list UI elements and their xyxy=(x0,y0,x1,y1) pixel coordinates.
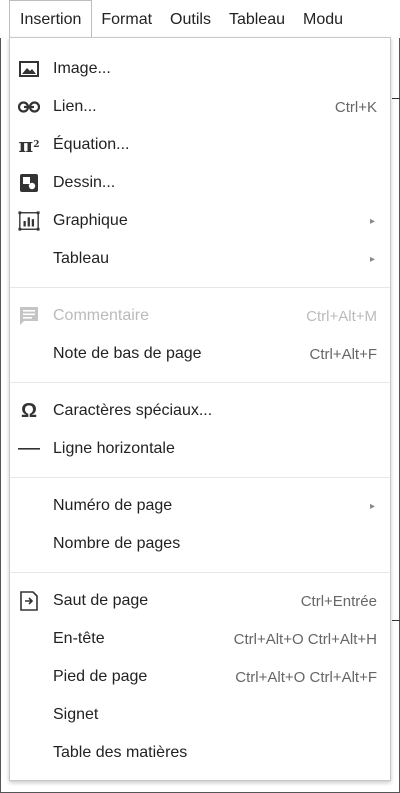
shortcut-text: Ctrl+Alt+F xyxy=(309,345,377,363)
menu-item-label: Commentaire xyxy=(53,307,150,324)
menu-item-label: Pied de page xyxy=(53,668,148,685)
menu-format[interactable]: Format xyxy=(92,0,161,38)
page-break-icon xyxy=(18,591,40,611)
menu-separator xyxy=(10,382,390,383)
menu-item-label: Lien... xyxy=(53,98,97,115)
submenu-arrow-icon: ▸ xyxy=(369,500,375,512)
menu-item-label: Signet xyxy=(53,706,99,723)
menu-item-drawing[interactable]: Dessin... xyxy=(10,164,390,202)
menu-item-label: Graphique xyxy=(53,212,128,229)
shortcut-text: Ctrl+K xyxy=(334,98,377,116)
menu-item-equation[interactable]: π2 Équation... xyxy=(10,126,390,164)
menu-item-label: Table des matières xyxy=(53,744,188,761)
menu-insertion[interactable]: Insertion xyxy=(9,0,93,38)
menu-item-page-number[interactable]: Numéro de page ▸ xyxy=(10,487,390,525)
shortcut-text: Ctrl+Alt+O Ctrl+Alt+F xyxy=(235,668,377,686)
menu-item-table-of-contents[interactable]: Table des matières xyxy=(10,734,390,772)
omega-icon: Ω xyxy=(20,399,38,422)
menu-bar: Insertion Format Outils Tableau Modu xyxy=(0,0,400,38)
insert-dropdown-menu: Image... Lien... Ctrl+K π2 Équation... D… xyxy=(9,37,391,781)
doc-rule xyxy=(392,98,400,99)
comment-icon xyxy=(18,306,40,326)
menu-item-label: En-tête xyxy=(53,630,105,647)
pi-squared-icon: π2 xyxy=(18,133,40,157)
document-background xyxy=(392,38,400,791)
link-icon xyxy=(18,97,40,117)
submenu-arrow-icon: ▸ xyxy=(369,253,375,265)
menu-separator xyxy=(10,572,390,573)
menu-item-label: Dessin... xyxy=(53,174,116,191)
drawing-icon xyxy=(18,173,40,193)
menu-item-footnote[interactable]: Note de bas de page Ctrl+Alt+F xyxy=(10,335,390,373)
menu-item-label: Ligne horizontale xyxy=(53,440,175,457)
menu-item-comment: Commentaire Ctrl+Alt+M xyxy=(10,297,390,335)
menu-item-label: Image... xyxy=(53,60,111,77)
submenu-arrow-icon: ▸ xyxy=(369,215,375,227)
menu-item-label: Note de bas de page xyxy=(53,345,202,362)
menu-outils[interactable]: Outils xyxy=(161,0,220,38)
menu-item-page-break[interactable]: Saut de page Ctrl+Entrée xyxy=(10,582,390,620)
menu-separator xyxy=(10,477,390,478)
image-icon xyxy=(18,59,40,79)
menu-modules[interactable]: Modu xyxy=(294,0,352,38)
menu-item-footer[interactable]: Pied de page Ctrl+Alt+O Ctrl+Alt+F xyxy=(10,658,390,696)
shortcut-text: Ctrl+Entrée xyxy=(300,592,377,610)
shortcut-text: Ctrl+Alt+O Ctrl+Alt+H xyxy=(233,630,377,648)
menu-tableau[interactable]: Tableau xyxy=(220,0,294,38)
menu-item-special-characters[interactable]: Ω Caractères spéciaux... xyxy=(10,392,390,430)
menu-item-image[interactable]: Image... xyxy=(10,50,390,88)
menu-item-link[interactable]: Lien... Ctrl+K xyxy=(10,88,390,126)
menu-item-label: Tableau xyxy=(53,250,110,267)
menu-item-label: Saut de page xyxy=(53,592,149,609)
chart-icon xyxy=(18,211,40,231)
horizontal-line-icon xyxy=(18,439,40,459)
menu-item-header[interactable]: En-tête Ctrl+Alt+O Ctrl+Alt+H xyxy=(10,620,390,658)
menu-item-label: Numéro de page xyxy=(53,497,173,514)
shortcut-text: Ctrl+Alt+M xyxy=(306,307,377,325)
menu-item-bookmark[interactable]: Signet xyxy=(10,696,390,734)
menu-separator xyxy=(10,287,390,288)
menu-item-page-count[interactable]: Nombre de pages xyxy=(10,525,390,563)
menu-item-chart[interactable]: Graphique ▸ xyxy=(10,202,390,240)
menu-item-horizontal-line[interactable]: Ligne horizontale xyxy=(10,430,390,468)
menu-item-label: Équation... xyxy=(53,136,130,153)
menu-item-table[interactable]: Tableau ▸ xyxy=(10,240,390,278)
menu-item-label: Nombre de pages xyxy=(53,535,181,552)
menu-item-label: Caractères spéciaux... xyxy=(53,402,213,419)
doc-rule xyxy=(392,620,400,621)
